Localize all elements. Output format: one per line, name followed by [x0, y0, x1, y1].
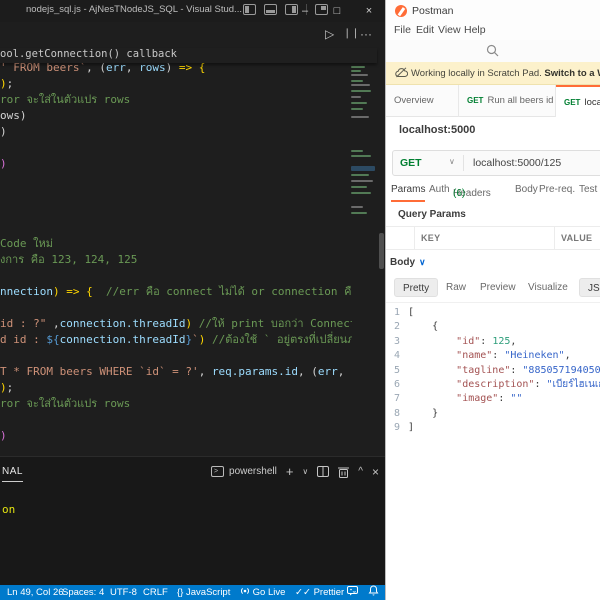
shell-label: powershell: [229, 466, 277, 477]
tab-auth[interactable]: Auth: [429, 184, 450, 195]
terminal-dropdown-icon[interactable]: ∨: [302, 467, 308, 476]
request-config-tabs: Params Auth Headers (6) Body Pre-req. Te…: [386, 180, 600, 204]
vscode-window-title: nodejs_sql.js - AjNesTNodeJS_SQL - Visua…: [26, 4, 242, 15]
editor-scrollbar[interactable]: [378, 62, 385, 456]
postman-titlebar: Postman: [386, 0, 600, 22]
value-column-header: VALUE: [561, 233, 592, 243]
response-body-selector: Body ∨: [386, 252, 600, 276]
url-bar: GET ∨ localhost:5000/125: [392, 150, 600, 176]
view-visualize[interactable]: Visualize: [528, 278, 568, 297]
postman-menubar: File Edit View Help: [386, 22, 600, 40]
view-json-dropdown[interactable]: JSO: [579, 278, 600, 297]
headers-count-badge: (6): [453, 188, 465, 199]
terminal-tab[interactable]: NAL: [2, 466, 23, 482]
indentation[interactable]: Spaces: 4: [62, 585, 104, 600]
key-column-header: KEY: [421, 233, 440, 243]
maximize-button[interactable]: □: [321, 0, 353, 22]
run-code-icon[interactable]: ▷: [325, 27, 334, 41]
response-json-viewer: 1[2 {3 "id": 125,4 "name": "Heineken",5 …: [386, 302, 600, 600]
method-select[interactable]: GET: [400, 157, 422, 169]
new-terminal-icon[interactable]: +: [286, 464, 294, 479]
code-lines[interactable]: ' FROM beers`, (err, rows) => {);ror จะใ…: [0, 62, 352, 444]
eol-sequence[interactable]: CRLF: [143, 585, 168, 600]
terminal-output[interactable]: on: [2, 503, 15, 516]
url-separator: [463, 155, 464, 171]
vscode-window: nodejs_sql.js - AjNesTNodeJS_SQL - Visua…: [0, 0, 385, 600]
go-live-button[interactable]: Go Live: [240, 585, 285, 600]
kill-terminal-icon[interactable]: [338, 466, 349, 478]
braces-icon: {}: [177, 587, 183, 598]
request-tabs-bar: Overview GETRun all beers id 1 GETlocalh…: [386, 85, 600, 117]
terminal-panel: NAL > powershell + ∨ ^ × on: [0, 456, 385, 585]
switch-workspace-link[interactable]: Switch to a Worksp: [544, 68, 600, 79]
tab-pre-request[interactable]: Pre-req.: [539, 184, 575, 195]
feedback-icon[interactable]: [347, 585, 358, 600]
tab-overview[interactable]: Overview: [386, 85, 459, 117]
view-raw[interactable]: Raw: [446, 278, 466, 297]
params-table-header: KEY VALUE: [386, 226, 600, 250]
postman-logo-icon: [395, 5, 407, 17]
shell-selector[interactable]: > powershell: [211, 466, 277, 477]
terminal-icon: >: [211, 466, 224, 477]
status-bar: Ln 49, Col 26 Spaces: 4 UTF-8 CRLF {} Ja…: [0, 585, 385, 600]
more-actions-icon[interactable]: ···: [360, 27, 372, 41]
url-input[interactable]: localhost:5000/125: [473, 157, 561, 169]
scratchpad-banner: Working locally in Scratch Pad. Switch t…: [386, 62, 600, 85]
postman-search-row: [386, 40, 600, 62]
cursor-position[interactable]: Ln 49, Col 26: [7, 585, 64, 600]
split-terminal-icon[interactable]: [317, 466, 329, 477]
prettier-button[interactable]: ✓✓ Prettier: [295, 585, 344, 600]
view-pretty[interactable]: Pretty: [394, 278, 438, 297]
editor-toolbar: ▷ ❘❘ ···: [0, 22, 385, 48]
menu-help[interactable]: Help: [464, 24, 486, 36]
postman-app-name: Postman: [412, 5, 453, 17]
tab-localhost-active[interactable]: GETlocalho: [556, 85, 600, 117]
request-title: localhost:5000: [399, 124, 475, 136]
language-mode[interactable]: {} JavaScript: [177, 585, 230, 600]
toggle-sidebar-icon[interactable]: [243, 4, 256, 15]
encoding[interactable]: UTF-8: [110, 585, 137, 600]
window-controls: – □ ×: [289, 0, 385, 22]
tab-tests[interactable]: Test: [579, 184, 597, 195]
tab-body[interactable]: Body: [515, 184, 538, 195]
double-check-icon: ✓✓: [295, 587, 311, 598]
vscode-titlebar: nodejs_sql.js - AjNesTNodeJS_SQL - Visua…: [0, 0, 385, 22]
menu-file[interactable]: File: [394, 24, 411, 36]
screen: nodejs_sql.js - AjNesTNodeJS_SQL - Visua…: [0, 0, 600, 600]
notifications-bell-icon[interactable]: [368, 585, 379, 600]
minimize-button[interactable]: –: [289, 0, 321, 22]
close-button[interactable]: ×: [353, 0, 385, 22]
tab-params[interactable]: Params: [391, 184, 425, 202]
search-icon[interactable]: [486, 44, 499, 57]
broadcast-icon: [240, 587, 250, 598]
scrollbar-thumb[interactable]: [379, 233, 384, 269]
postman-window: Postman File Edit View Help Working loca…: [385, 0, 600, 600]
terminal-actions: > powershell + ∨ ^ ×: [211, 464, 379, 479]
close-panel-icon[interactable]: ×: [372, 465, 379, 479]
menu-view[interactable]: View: [438, 24, 461, 36]
split-editor-icon[interactable]: ❘❘: [343, 28, 360, 39]
banner-text: Working locally in Scratch Pad. Switch t…: [411, 62, 600, 85]
minimap[interactable]: [351, 62, 377, 456]
query-params-label: Query Params: [398, 209, 466, 220]
maximize-panel-icon[interactable]: ^: [358, 466, 363, 477]
chevron-down-icon[interactable]: ∨: [449, 157, 455, 166]
tab-run-all-beers[interactable]: GETRun all beers id 1: [459, 85, 556, 117]
view-preview[interactable]: Preview: [480, 278, 516, 297]
menu-edit[interactable]: Edit: [416, 24, 434, 36]
response-view-tabs: Pretty Raw Preview Visualize JSO: [386, 276, 600, 300]
toggle-panel-icon[interactable]: [264, 4, 277, 15]
offline-cloud-icon: [395, 67, 408, 78]
code-editor[interactable]: ' FROM beers`, (err, rows) => {);ror จะใ…: [0, 62, 385, 456]
body-dropdown-chevron-icon[interactable]: ∨: [419, 257, 426, 268]
response-body-label[interactable]: Body: [390, 257, 415, 268]
sticky-scroll-line[interactable]: ool.getConnection() callback: [0, 48, 377, 63]
